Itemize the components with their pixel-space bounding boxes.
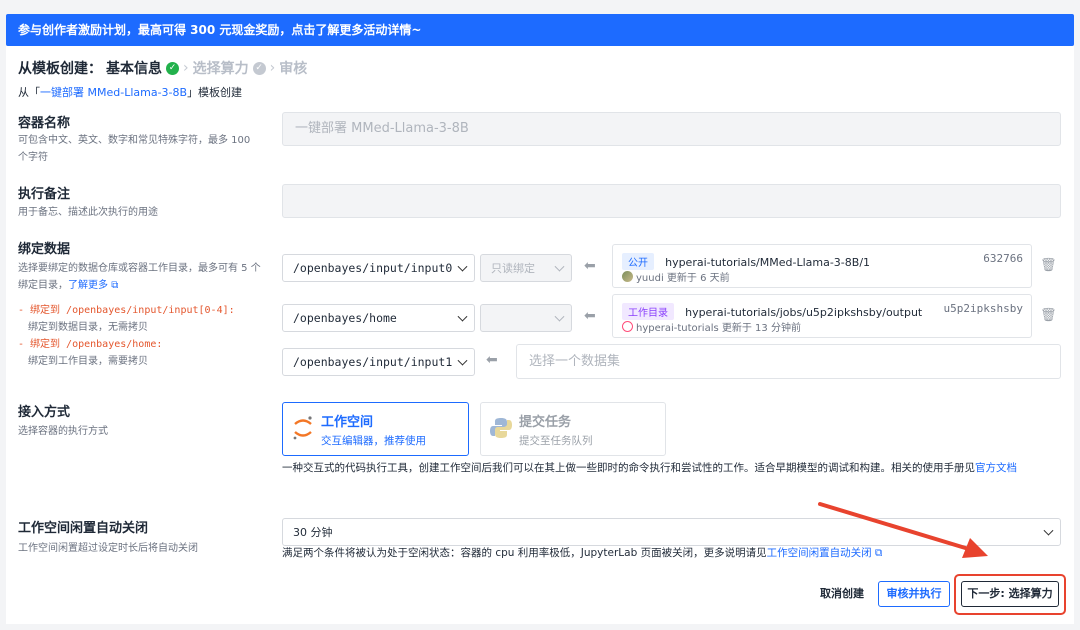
mount-path-select[interactable]: /openbayes/home [282,304,475,332]
chevron-down-icon [457,261,468,272]
arrow-left-icon: ⬅ [486,352,498,368]
next-step-button[interactable]: 下一步: 选择算力 [961,581,1059,607]
chevron-down-icon [457,311,468,322]
trash-icon[interactable]: 🗑 [1040,258,1057,273]
bind-data-label: 绑定数据 [18,242,71,257]
workdir-badge: 工作目录 [622,303,674,320]
mount-path-select[interactable]: /openbayes/input/input1 [282,348,475,376]
check-circle-icon: ✓ [166,61,179,75]
exec-note-input[interactable] [282,184,1061,218]
workdir-id: u5p2ipkshsby [943,302,1023,315]
trash-icon[interactable]: 🗑 [1040,308,1057,323]
review-execute-button[interactable]: 审核并执行 [878,581,950,607]
workdir-user: hyperai-tutorials [636,323,719,334]
container-name-input[interactable]: 一键部署 MMed-Llama-3-8B [282,112,1061,146]
bind-mode-select[interactable]: 只读绑定 [480,254,572,282]
mount-path-select[interactable]: /openbayes/input/input0 [282,254,475,282]
external-doc-icon: ⧉ [111,280,119,291]
dataset-updated: 更新于 6 天前 [666,273,730,284]
access-mode-note: 一种交互式的代码执行工具，创建工作空间后我们可以在其上做一些即时的命令执行和尝试… [282,462,1017,474]
dataset-card[interactable]: 公开 hyperai-tutorials/MMed-Llama-3-8B/1 6… [612,244,1032,288]
workdir-name: hyperai-tutorials/jobs/u5p2ipkshsby/outp… [685,306,923,319]
chevron-right-icon: › [269,60,276,76]
bind-rules: - 绑定到 /openbayes/input/input[0-4]: 绑定到数据… [18,305,235,367]
idle-shutdown-desc: 工作空间闲置超过设定时长后将自动关闭 [18,543,198,554]
public-badge: 公开 [622,253,654,270]
idle-note: 满足两个条件将被认为处于空闲状态：容器的 cpu 利用率极低，JupyterLa… [282,547,883,559]
bind-mode-select[interactable] [480,304,572,332]
jupyter-icon [293,416,312,440]
arrow-left-icon: ⬅ [584,308,596,324]
access-mode-label: 接入方式 [18,405,71,420]
workspace-subtitle: 交互编辑器，推荐使用 [321,435,426,447]
promo-banner[interactable]: 参与创作者激励计划，最高可得 300 元现金奖励，点击了解更多活动详情~ [6,14,1074,46]
step-basic-info: 基本信息 [106,61,162,77]
submit-task-subtitle: 提交至任务队列 [519,435,593,447]
idle-shutdown-label: 工作空间闲置自动关闭 [18,521,149,536]
step-select-compute: 选择算力 [192,61,249,77]
chevron-down-icon [554,311,565,322]
container-name-label: 容器名称 [18,116,71,131]
template-source: 从「一键部署 MMed-Llama-3-8B」模板创建 [18,86,243,99]
submit-task-title: 提交任务 [519,415,572,430]
docs-link[interactable]: 官方文档 [975,462,1017,474]
submit-task-option[interactable]: 提交任务 提交至任务队列 [480,402,666,456]
avatar [622,321,633,332]
learn-more-link[interactable]: 了解更多 [68,280,108,291]
avatar [622,271,633,282]
chevron-down-icon [1043,525,1054,536]
dataset-picker[interactable]: 选择一个数据集 [516,344,1061,379]
exec-note-desc: 用于备忘、描述此次执行的用途 [18,207,158,218]
dataset-user: yuudi [636,273,664,284]
check-circle-icon: ✓ [252,61,266,75]
workspace-option[interactable]: 工作空间 交互编辑器，推荐使用 [282,402,469,456]
container-name-desc: 可包含中文、英文、数字和常见特殊字符，最多 100 个字符 [18,135,251,163]
access-mode-desc: 选择容器的执行方式 [18,426,108,437]
template-link[interactable]: 一键部署 MMed-Llama-3-8B [40,86,187,99]
chevron-right-icon: › [183,60,189,76]
step-breadcrumb: 从模板创建： 基本信息 ✓ › 选择算力 ✓ › 审核 [18,58,307,78]
exec-note-label: 执行备注 [18,187,71,202]
create-form-card: 从模板创建： 基本信息 ✓ › 选择算力 ✓ › 审核 从「一键部署 MMed-… [6,46,1074,624]
dataset-id: 632766 [983,252,1023,265]
workspace-title: 工作空间 [321,415,374,430]
chevron-down-icon [457,355,468,366]
python-icon [490,418,512,438]
annotation-arrow [818,502,988,558]
dataset-name: hyperai-tutorials/MMed-Llama-3-8B/1 [665,256,871,269]
page-title: 从模板创建： [18,61,102,77]
step-review: 审核 [279,61,308,77]
arrow-left-icon: ⬅ [584,258,596,274]
bind-data-desc: 选择要绑定的数据仓库或容器工作目录，最多可有 5 个绑定目录，了解更多 ⧉ [18,263,261,291]
cancel-create-button[interactable]: 取消创建 [812,581,872,607]
workdir-card[interactable]: 工作目录 hyperai-tutorials/jobs/u5p2ipkshsby… [612,294,1032,338]
workdir-updated: 更新于 13 分钟前 [721,323,801,334]
chevron-down-icon [554,261,565,272]
